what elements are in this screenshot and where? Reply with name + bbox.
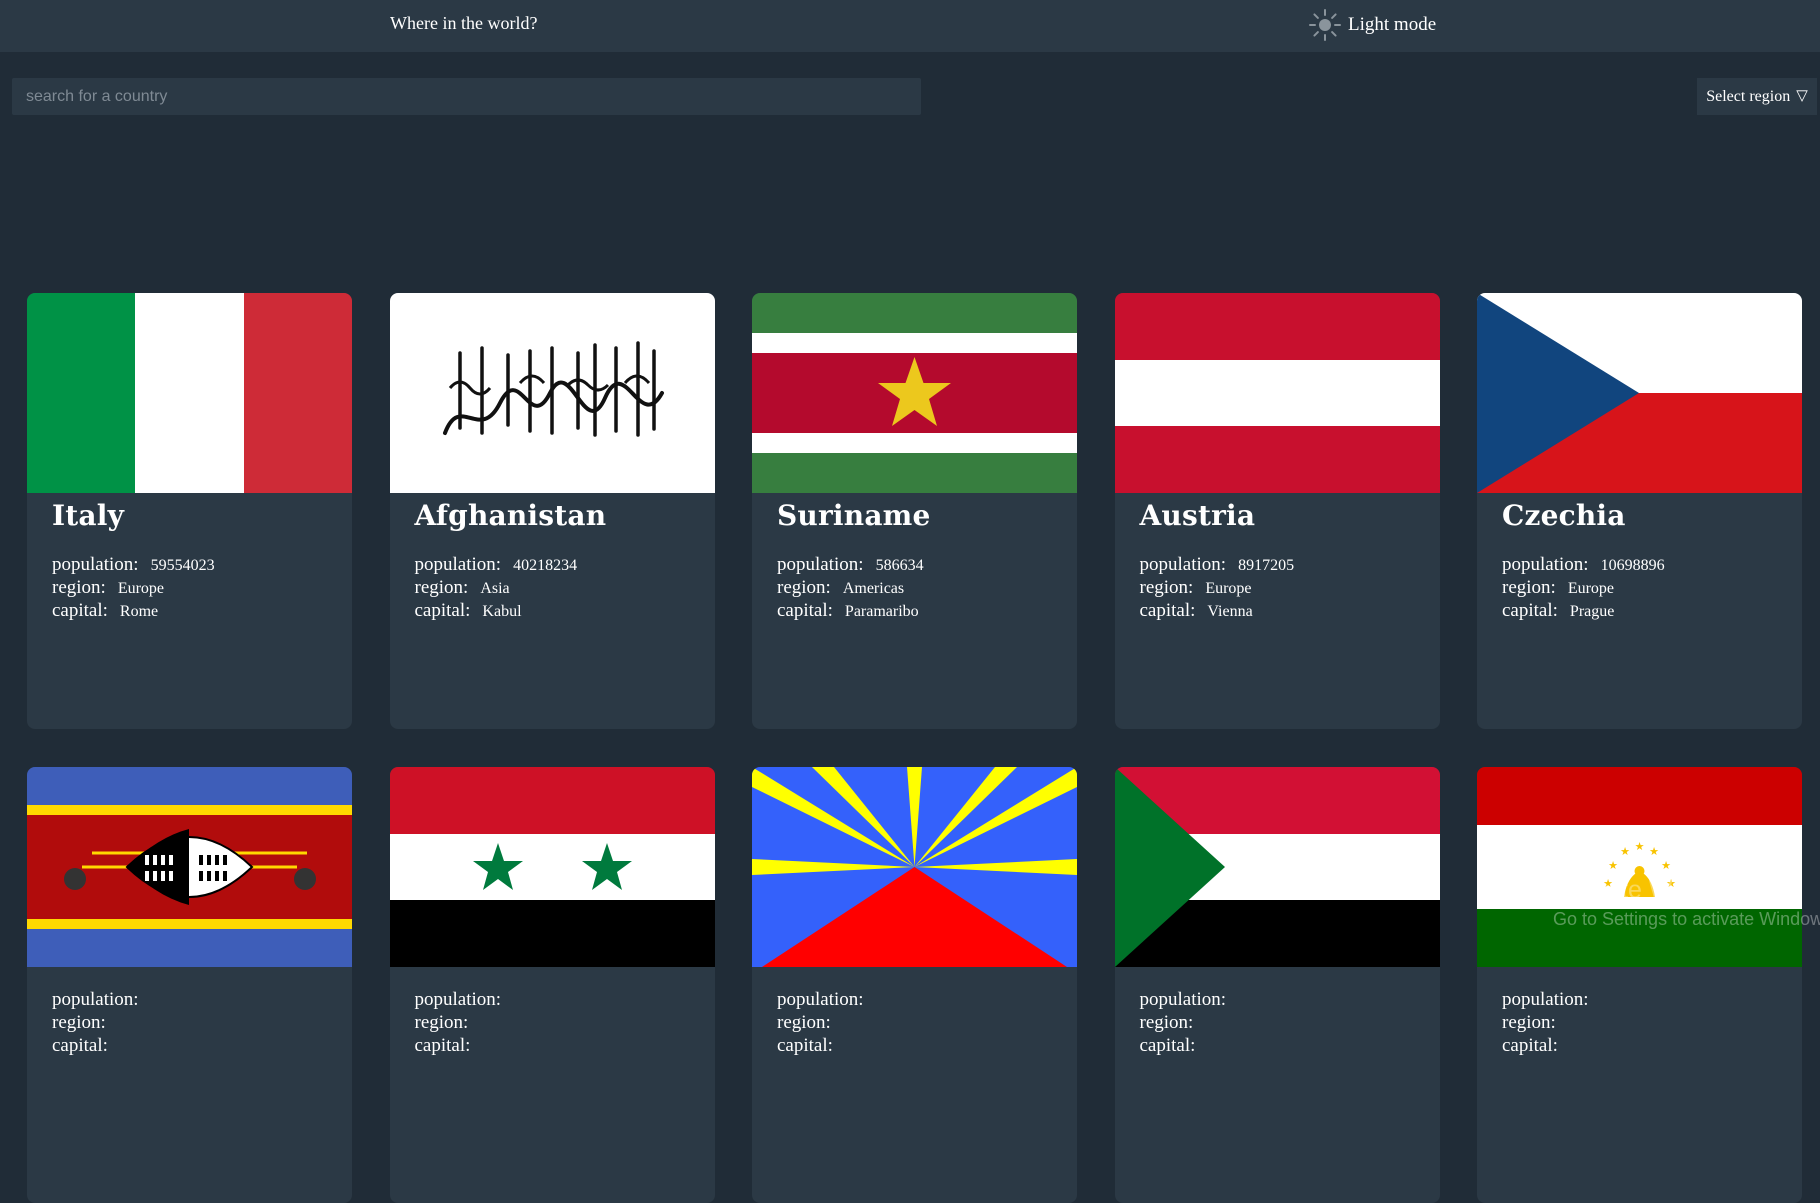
country-card-italy[interactable]: Italy population: 59554023 region: Europe … [27, 293, 352, 729]
region-select[interactable]: Select region ▽ [1697, 78, 1817, 115]
country-name: Austria [1139, 499, 1256, 532]
star-mark: ★ [1603, 877, 1613, 890]
country-name: Czechia [1502, 499, 1626, 532]
flag-image [752, 293, 1077, 493]
flag-image [1114, 767, 1440, 967]
star-mark: ★ [1649, 845, 1659, 858]
app-title: Where in the world? [390, 13, 538, 33]
country-name: Italy [52, 499, 125, 532]
region-label: region: [1502, 577, 1556, 598]
flag-image [389, 293, 715, 493]
region-label: region: [52, 577, 106, 598]
population-label: population: [1139, 989, 1227, 1010]
capital-label: capital: [1502, 1035, 1558, 1056]
capital-value: Rome [119, 603, 159, 620]
star-mark: ★ [1635, 840, 1645, 853]
capital-value: Kabul [482, 603, 522, 620]
region-label: region: [777, 1012, 831, 1033]
population-label: population: [52, 554, 139, 575]
country-card-reunion[interactable]: population: region: capital: [752, 767, 1077, 1203]
capital-label: capital: [414, 600, 471, 621]
country-card-czechia[interactable]: Czechia population: 10698896 region: Europ… [1477, 293, 1802, 729]
country-name: Suriname [777, 499, 931, 532]
flag-image: ★ ★ ★ ★ ★ ★ ★ [1477, 767, 1802, 967]
flag-image [752, 767, 1077, 967]
search-input[interactable] [12, 78, 921, 115]
region-value: Americas [842, 580, 905, 597]
population-label: population: [52, 989, 139, 1010]
region-value: Europe [1567, 580, 1615, 597]
star-mark: ★ [1620, 845, 1630, 858]
population-label: population: [777, 554, 864, 575]
country-card-syria[interactable]: population: region: capital: [389, 767, 715, 1203]
region-select-label: Select region [1706, 87, 1791, 105]
region-value: Asia [480, 580, 510, 597]
star-mark: ★ [1661, 859, 1671, 872]
flag-image [1477, 293, 1802, 493]
capital-value: Prague [1569, 603, 1615, 620]
country-card-afghanistan[interactable]: Afghanistan population: 40218234 region: A… [389, 293, 715, 729]
sun-icon [1308, 8, 1342, 42]
theme-toggle-label: Light mode [1348, 14, 1437, 35]
region-value: Europe [1205, 580, 1252, 597]
flag-image [27, 293, 352, 493]
country-card-austria[interactable]: Austria population: 8917205 region: Europe… [1114, 293, 1440, 729]
region-label: region: [414, 1012, 469, 1033]
flag-image [389, 767, 715, 967]
region-label: region: [414, 577, 469, 598]
population-label: population: [777, 989, 864, 1010]
capital-value: Paramaribo [844, 603, 919, 620]
capital-value: Vienna [1207, 603, 1253, 620]
theme-toggle-button[interactable]: Light mode [1308, 8, 1436, 42]
flag-image [1114, 293, 1440, 493]
population-label: population: [414, 554, 502, 575]
population-label: population: [1502, 989, 1589, 1010]
country-card-sudan[interactable]: population: region: capital: [1114, 767, 1440, 1203]
population-value: 586634 [875, 557, 924, 574]
region-value: Europe [117, 580, 165, 597]
region-label: region: [1139, 577, 1194, 598]
population-value: 10698896 [1600, 557, 1665, 574]
capital-label: capital: [777, 1035, 833, 1056]
country-card-eswatini[interactable]: population: region: capital: [27, 767, 352, 1203]
flag-image [27, 767, 352, 967]
country-name: Afghanistan [414, 499, 607, 532]
population-label: population: [1502, 554, 1589, 575]
region-label: region: [52, 1012, 106, 1033]
capital-label: capital: [1139, 1035, 1196, 1056]
capital-label: capital: [52, 600, 108, 621]
population-value: 59554023 [150, 557, 215, 574]
capital-label: capital: [52, 1035, 108, 1056]
population-label: population: [1139, 554, 1227, 575]
star-mark: ★ [1666, 877, 1676, 890]
star-mark: ★ [1608, 859, 1618, 872]
region-label: region: [1139, 1012, 1194, 1033]
capital-label: capital: [1502, 600, 1558, 621]
capital-label: capital: [414, 1035, 471, 1056]
country-grid: Italy population: 59554023 region: Europe … [27, 293, 1802, 1203]
capital-label: capital: [1139, 600, 1196, 621]
population-value: 8917205 [1238, 557, 1295, 574]
region-label: region: [777, 577, 831, 598]
triangle-down-icon: ▽ [1796, 88, 1808, 104]
capital-label: capital: [777, 600, 833, 621]
population-value: 40218234 [513, 557, 578, 574]
country-card-suriname[interactable]: Suriname population: 586634 region: Americ… [752, 293, 1077, 729]
population-label: population: [414, 989, 502, 1010]
region-label: region: [1502, 1012, 1556, 1033]
country-card-tajikistan[interactable]: ★ ★ ★ ★ ★ ★ ★ population: region: capita… [1477, 767, 1802, 1203]
top-bar: Where in the world? Light mode [0, 0, 1820, 52]
